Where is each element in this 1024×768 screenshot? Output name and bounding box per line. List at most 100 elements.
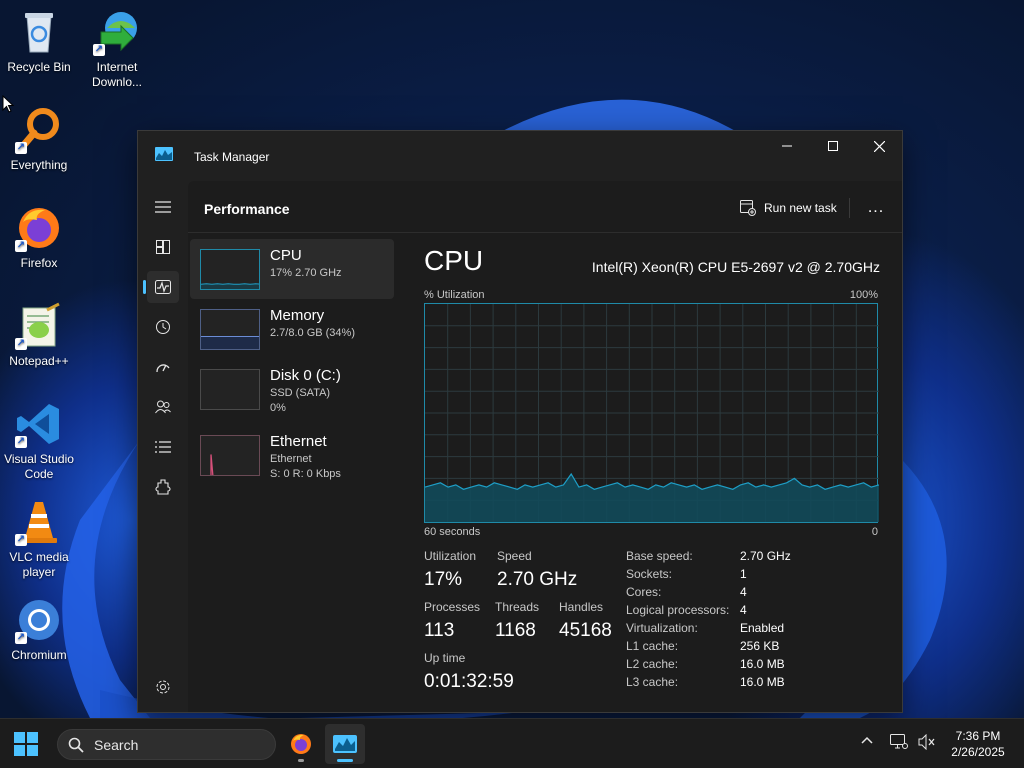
search-placeholder: Search xyxy=(94,736,139,753)
more-options-button[interactable]: ... xyxy=(862,195,890,221)
users-icon xyxy=(155,400,171,414)
desktop-icon-firefox[interactable]: ↗ Firefox xyxy=(0,204,78,271)
resource-detail: 17% 2.70 GHz xyxy=(270,267,342,279)
page-title: Performance xyxy=(204,201,290,217)
spec-sockets-label: Sockets: xyxy=(626,567,673,581)
chromium-icon: ↗ xyxy=(15,596,63,644)
spec-l3-cache-label: L3 cache: xyxy=(626,675,679,689)
spec-l1-cache-label: L1 cache: xyxy=(626,639,679,653)
taskbar-clock[interactable]: 7:36 PM 2/26/2025 xyxy=(940,728,1016,760)
desktop-icon-label: Chromium xyxy=(11,648,67,662)
shortcut-arrow-icon: ↗ xyxy=(15,436,27,448)
desktop-icon-vlc[interactable]: ↗ VLC media player xyxy=(0,498,78,580)
maximize-icon xyxy=(828,141,838,151)
shortcut-arrow-icon: ↗ xyxy=(15,142,27,154)
resource-item-disk[interactable]: Disk 0 (C:) SSD (SATA) 0% xyxy=(190,359,394,419)
processes-icon xyxy=(156,240,170,254)
start-button[interactable] xyxy=(14,732,38,756)
minimize-icon xyxy=(782,145,792,147)
nav-item-details[interactable] xyxy=(147,431,179,463)
resource-name: Disk 0 (C:) xyxy=(270,367,341,384)
ethernet-mini-graph xyxy=(200,435,260,476)
processes-value: 113 xyxy=(424,620,455,641)
desktop-icon-vscode[interactable]: ↗ Visual Studio Code xyxy=(0,400,78,482)
startup-apps-icon xyxy=(156,364,170,373)
resource-item-cpu[interactable]: CPU 17% 2.70 GHz xyxy=(190,239,394,299)
close-button[interactable] xyxy=(856,131,902,161)
handles-label: Handles xyxy=(559,600,604,614)
minimize-button[interactable] xyxy=(764,131,810,161)
spec-logical-processors-label: Logical processors: xyxy=(626,603,730,617)
uptime-value: 0:01:32:59 xyxy=(424,671,514,692)
resource-item-memory[interactable]: Memory 2.7/8.0 GB (34%) xyxy=(190,299,394,359)
desktop-icon-internet-download-manager[interactable]: ↗ Internet Downlo... xyxy=(78,8,156,90)
nav-menu-toggle[interactable] xyxy=(147,191,179,223)
nav-item-startup-apps[interactable] xyxy=(147,351,179,383)
tray-volume-button[interactable] xyxy=(918,733,936,755)
spec-sockets-value: 1 xyxy=(740,567,747,581)
everything-search-icon: ↗ xyxy=(15,106,63,154)
cpu-model: Intel(R) Xeon(R) CPU E5-2697 v2 @ 2.70GH… xyxy=(591,259,880,275)
nav-rail xyxy=(138,181,188,713)
desktop-icon-label: VLC media player xyxy=(9,550,69,579)
memory-mini-graph xyxy=(200,309,260,350)
network-icon xyxy=(890,734,908,749)
threads-label: Threads xyxy=(495,600,540,614)
nav-item-settings[interactable] xyxy=(147,671,179,703)
memory-fill xyxy=(201,335,259,349)
nav-item-services[interactable] xyxy=(147,471,179,503)
cpu-mini-area xyxy=(201,283,259,289)
run-new-task-icon xyxy=(740,200,756,216)
graph-axis-now: 0 xyxy=(871,526,878,538)
volume-muted-icon xyxy=(918,733,935,751)
threads-value: 1168 xyxy=(495,620,536,641)
nav-item-app-history[interactable] xyxy=(147,311,179,343)
tray-network-button[interactable] xyxy=(890,734,908,755)
header-divider xyxy=(849,198,850,218)
close-icon xyxy=(873,140,885,152)
desktop-icon-everything[interactable]: ↗ Everything xyxy=(0,106,78,173)
resource-name: Memory xyxy=(270,307,325,324)
maximize-button[interactable] xyxy=(810,131,856,161)
spec-logical-processors-value: 4 xyxy=(740,603,747,617)
handles-value: 45168 xyxy=(559,620,612,641)
resource-item-ethernet[interactable]: Ethernet Ethernet S: 0 R: 0 Kbps xyxy=(190,425,394,485)
shortcut-arrow-icon: ↗ xyxy=(93,44,105,56)
resource-detail: SSD (SATA) xyxy=(270,387,331,399)
shortcut-arrow-icon: ↗ xyxy=(15,240,27,252)
more-options-icon: ... xyxy=(867,199,885,216)
uptime-label: Up time xyxy=(424,651,466,665)
spec-l1-cache-value: 256 KB xyxy=(740,639,780,653)
tray-overflow-button[interactable] xyxy=(860,734,874,753)
resource-name: Ethernet xyxy=(270,433,327,450)
desktop-icon-chromium[interactable]: ↗ Chromium xyxy=(0,596,78,663)
run-new-task-button[interactable]: Run new task xyxy=(740,197,837,219)
utilization-label: Utilization xyxy=(424,549,477,563)
hamburger-menu-icon xyxy=(155,201,171,213)
taskbar-app-task-manager[interactable] xyxy=(325,724,365,764)
internet-download-manager-icon: ↗ xyxy=(93,8,141,56)
shortcut-arrow-icon: ↗ xyxy=(15,338,27,350)
nav-item-users[interactable] xyxy=(147,391,179,423)
spec-l3-cache-value: 16.0 MB xyxy=(740,675,785,689)
spec-virtualization-value: Enabled xyxy=(740,621,785,635)
desktop-icon-label: Notepad++ xyxy=(9,354,69,368)
firefox-icon xyxy=(291,734,311,754)
desktop-icon-notepad-plus-plus[interactable]: ↗ Notepad++ xyxy=(0,302,78,369)
utilization-value: 17% xyxy=(424,569,463,590)
shortcut-arrow-icon: ↗ xyxy=(15,632,27,644)
active-indicator xyxy=(337,759,353,762)
nav-item-processes[interactable] xyxy=(147,231,179,263)
spec-base-speed-label: Base speed: xyxy=(626,549,693,563)
resource-detail: Ethernet xyxy=(270,453,312,465)
desktop-icon-recycle-bin[interactable]: Recycle Bin xyxy=(0,8,78,75)
spec-l2-cache-value: 16.0 MB xyxy=(740,657,785,671)
title-bar[interactable]: Task Manager xyxy=(138,131,902,181)
task-manager-icon xyxy=(155,147,173,161)
shortcut-arrow-icon: ↗ xyxy=(15,534,27,546)
taskbar-app-firefox[interactable] xyxy=(281,724,321,764)
taskbar-search-box[interactable]: Search xyxy=(57,729,276,760)
nav-item-performance[interactable] xyxy=(143,271,179,303)
desktop-icon-label: Recycle Bin xyxy=(7,60,71,74)
windows-start-icon xyxy=(14,732,38,756)
